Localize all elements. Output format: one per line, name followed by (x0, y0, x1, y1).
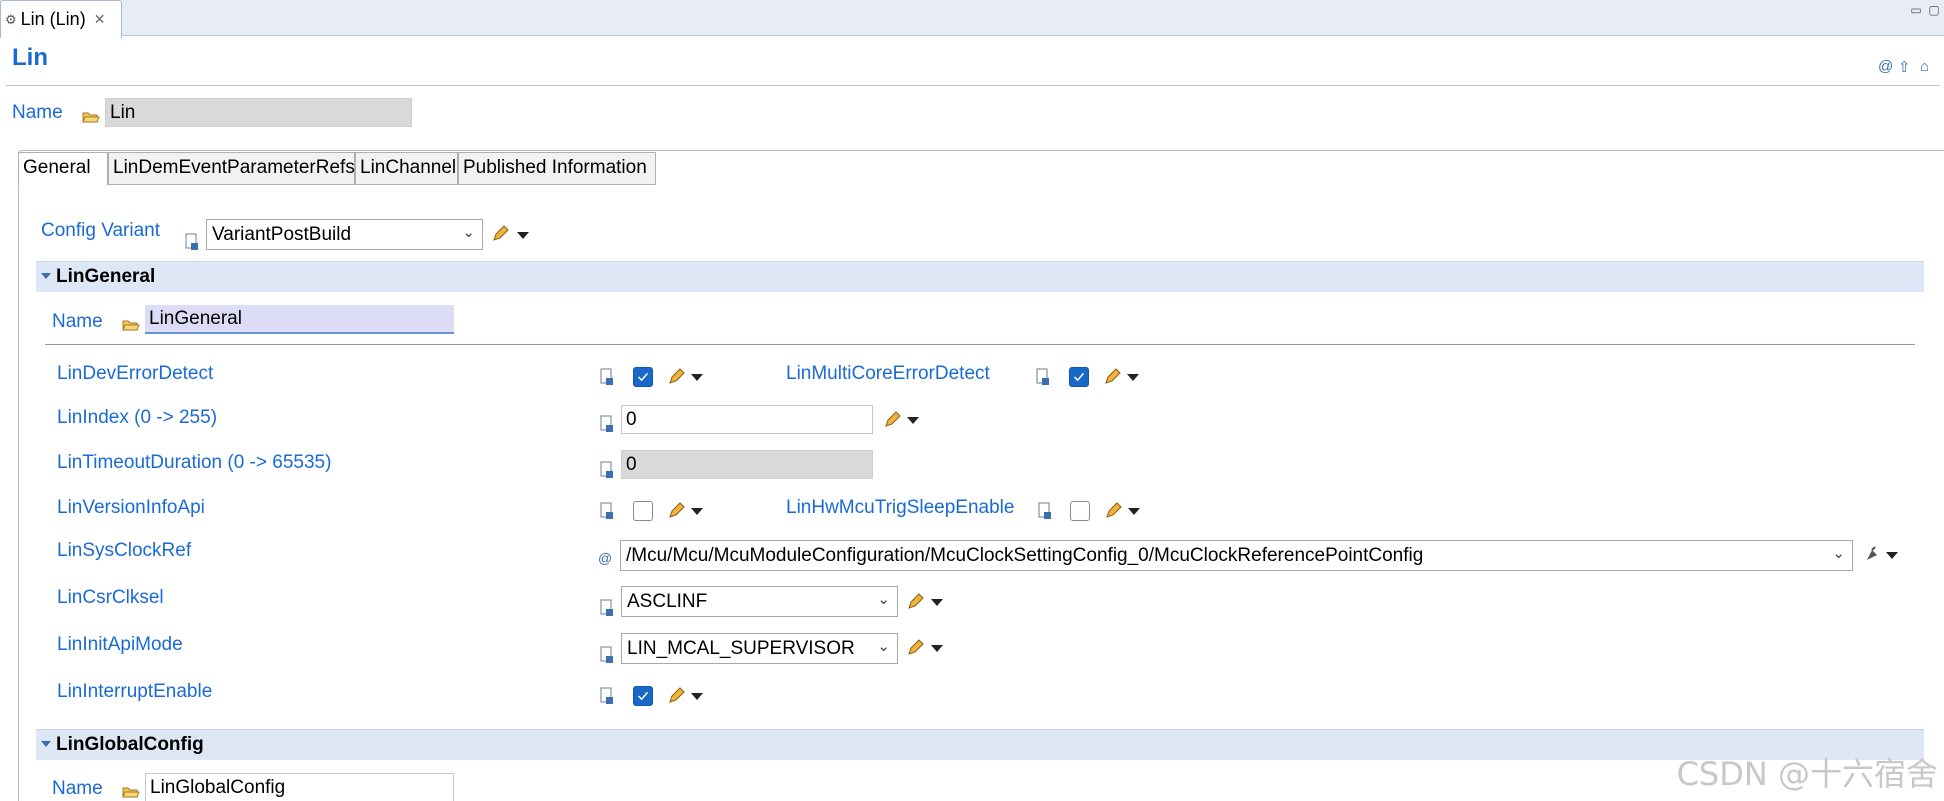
pencil-icon[interactable] (905, 638, 925, 658)
lin-index-field[interactable]: 0 (621, 405, 873, 434)
dropdown-triangle-icon[interactable] (691, 508, 703, 515)
reference-icon: @ (598, 550, 613, 566)
lin-global-config-name-label: Name (52, 778, 103, 799)
dropdown-triangle-icon[interactable] (907, 417, 919, 424)
maximize-icon[interactable]: ▢ (1926, 4, 1942, 16)
page-title: Lin (12, 44, 48, 71)
lin-general-section-header[interactable]: LinGeneral (36, 261, 1924, 292)
parameter-doc-icon (600, 646, 613, 663)
editor-tab-lin[interactable]: ⚙ Lin (Lin) ✕ (0, 0, 122, 38)
dropdown-triangle-icon[interactable] (931, 645, 943, 652)
lin-timeout-duration-field[interactable]: 0 (621, 450, 873, 479)
lin-sys-clock-ref-label: LinSysClockRef (57, 540, 192, 561)
config-variant-value: VariantPostBuild (212, 224, 352, 245)
parameter-doc-icon (600, 461, 613, 478)
folder-icon (122, 320, 140, 331)
module-name-field[interactable]: Lin (105, 98, 412, 127)
parameter-doc-icon (1038, 502, 1051, 519)
minimize-icon[interactable]: ▭ (1908, 4, 1924, 16)
lin-init-api-mode-value: LIN_MCAL_SUPERVISOR (627, 638, 855, 659)
lin-interrupt-enable-checkbox[interactable] (633, 686, 653, 706)
lin-init-api-mode-label: LinInitApiMode (57, 634, 183, 655)
lin-csr-clksel-label: LinCsrClksel (57, 587, 164, 608)
lin-global-config-title: LinGlobalConfig (56, 734, 204, 755)
reference-target-icon[interactable] (1864, 546, 1880, 564)
editor-tab-strip (0, 0, 1944, 36)
parameter-doc-icon (600, 687, 613, 704)
up-arrow-icon[interactable]: ⇧ (1898, 58, 1911, 76)
chevron-down-icon: ⌄ (1832, 545, 1845, 562)
tab-lin-dem-event-parameter-refs[interactable]: LinDemEventParameterRefs (108, 152, 355, 185)
tab-general[interactable]: General (18, 152, 108, 185)
collapse-icon[interactable] (41, 741, 51, 747)
parameter-doc-icon (600, 502, 613, 519)
parameter-doc-icon (600, 415, 613, 432)
collapse-icon[interactable] (41, 273, 51, 279)
lin-global-config-section-header[interactable]: LinGlobalConfig (36, 729, 1924, 760)
pencil-icon[interactable] (666, 367, 686, 387)
parameter-doc-icon (600, 599, 613, 616)
lin-dev-error-detect-checkbox[interactable] (633, 367, 653, 387)
dropdown-triangle-icon[interactable] (691, 374, 703, 381)
dropdown-triangle-icon[interactable] (1886, 552, 1898, 559)
lin-csr-clksel-value: ASCLINF (627, 591, 708, 612)
pencil-icon[interactable] (1102, 367, 1122, 387)
tab-published-information[interactable]: Published Information (458, 152, 656, 185)
dropdown-triangle-icon[interactable] (691, 693, 703, 700)
parameter-doc-icon (600, 368, 613, 385)
pencil-icon[interactable] (666, 501, 686, 521)
pencil-icon[interactable] (905, 592, 925, 612)
at-reference-icon[interactable]: @ (1878, 58, 1893, 75)
lin-sys-clock-ref-value: /Mcu/Mcu/McuModuleConfiguration/McuClock… (626, 545, 1424, 566)
folder-icon (82, 112, 100, 123)
lin-timeout-duration-label: LinTimeoutDuration (0 -> 65535) (57, 452, 332, 473)
home-icon[interactable]: ⌂ (1920, 58, 1929, 75)
parameter-doc-icon (185, 233, 198, 250)
module-icon: ⚙ (5, 11, 17, 27)
tab-lin-channel[interactable]: LinChannel (355, 152, 458, 185)
lin-init-api-mode-select[interactable]: LIN_MCAL_SUPERVISOR ⌄ (621, 633, 898, 664)
lin-interrupt-enable-label: LinInterruptEnable (57, 681, 213, 702)
lin-hw-mcu-trig-sleep-enable-checkbox[interactable] (1070, 501, 1090, 521)
dropdown-triangle-icon[interactable] (1127, 374, 1139, 381)
dropdown-triangle-icon[interactable] (517, 232, 529, 239)
pencil-icon[interactable] (666, 686, 686, 706)
pencil-icon[interactable] (1103, 501, 1123, 521)
chevron-down-icon: ⌄ (877, 591, 890, 608)
folder-icon (122, 787, 140, 798)
pencil-icon[interactable] (882, 410, 902, 430)
lin-csr-clksel-select[interactable]: ASCLINF ⌄ (621, 586, 898, 617)
dropdown-triangle-icon[interactable] (931, 599, 943, 606)
lin-multi-core-error-detect-label: LinMultiCoreErrorDetect (786, 363, 990, 384)
lin-sys-clock-ref-select[interactable]: /Mcu/Mcu/McuModuleConfiguration/McuClock… (620, 540, 1853, 571)
lin-general-name-field[interactable]: LinGeneral (145, 305, 454, 334)
lin-version-info-api-label: LinVersionInfoApi (57, 497, 205, 518)
watermark-text: CSDN @十六宿舍 (1676, 755, 1938, 793)
section-divider (45, 344, 1915, 345)
lin-global-config-name-field[interactable]: LinGlobalConfig (145, 773, 454, 801)
config-variant-label: Config Variant (41, 220, 160, 241)
lin-dev-error-detect-label: LinDevErrorDetect (57, 363, 214, 384)
chevron-down-icon: ⌄ (877, 638, 890, 655)
pencil-icon[interactable] (490, 224, 510, 244)
config-variant-select[interactable]: VariantPostBuild ⌄ (206, 219, 483, 250)
lin-index-label: LinIndex (0 -> 255) (57, 407, 218, 428)
module-name-label: Name (12, 102, 63, 123)
lin-multi-core-error-detect-checkbox[interactable] (1069, 367, 1089, 387)
lin-general-title: LinGeneral (56, 266, 156, 287)
chevron-down-icon: ⌄ (462, 224, 475, 241)
close-icon[interactable]: ✕ (94, 11, 106, 28)
parameter-doc-icon (1036, 368, 1049, 385)
lin-general-name-label: Name (52, 311, 103, 332)
lin-version-info-api-checkbox[interactable] (633, 501, 653, 521)
title-divider (6, 85, 1940, 86)
dropdown-triangle-icon[interactable] (1128, 508, 1140, 515)
editor-tab-label: Lin (Lin) (20, 9, 86, 29)
lin-hw-mcu-trig-sleep-enable-label: LinHwMcuTrigSleepEnable (786, 497, 1015, 518)
